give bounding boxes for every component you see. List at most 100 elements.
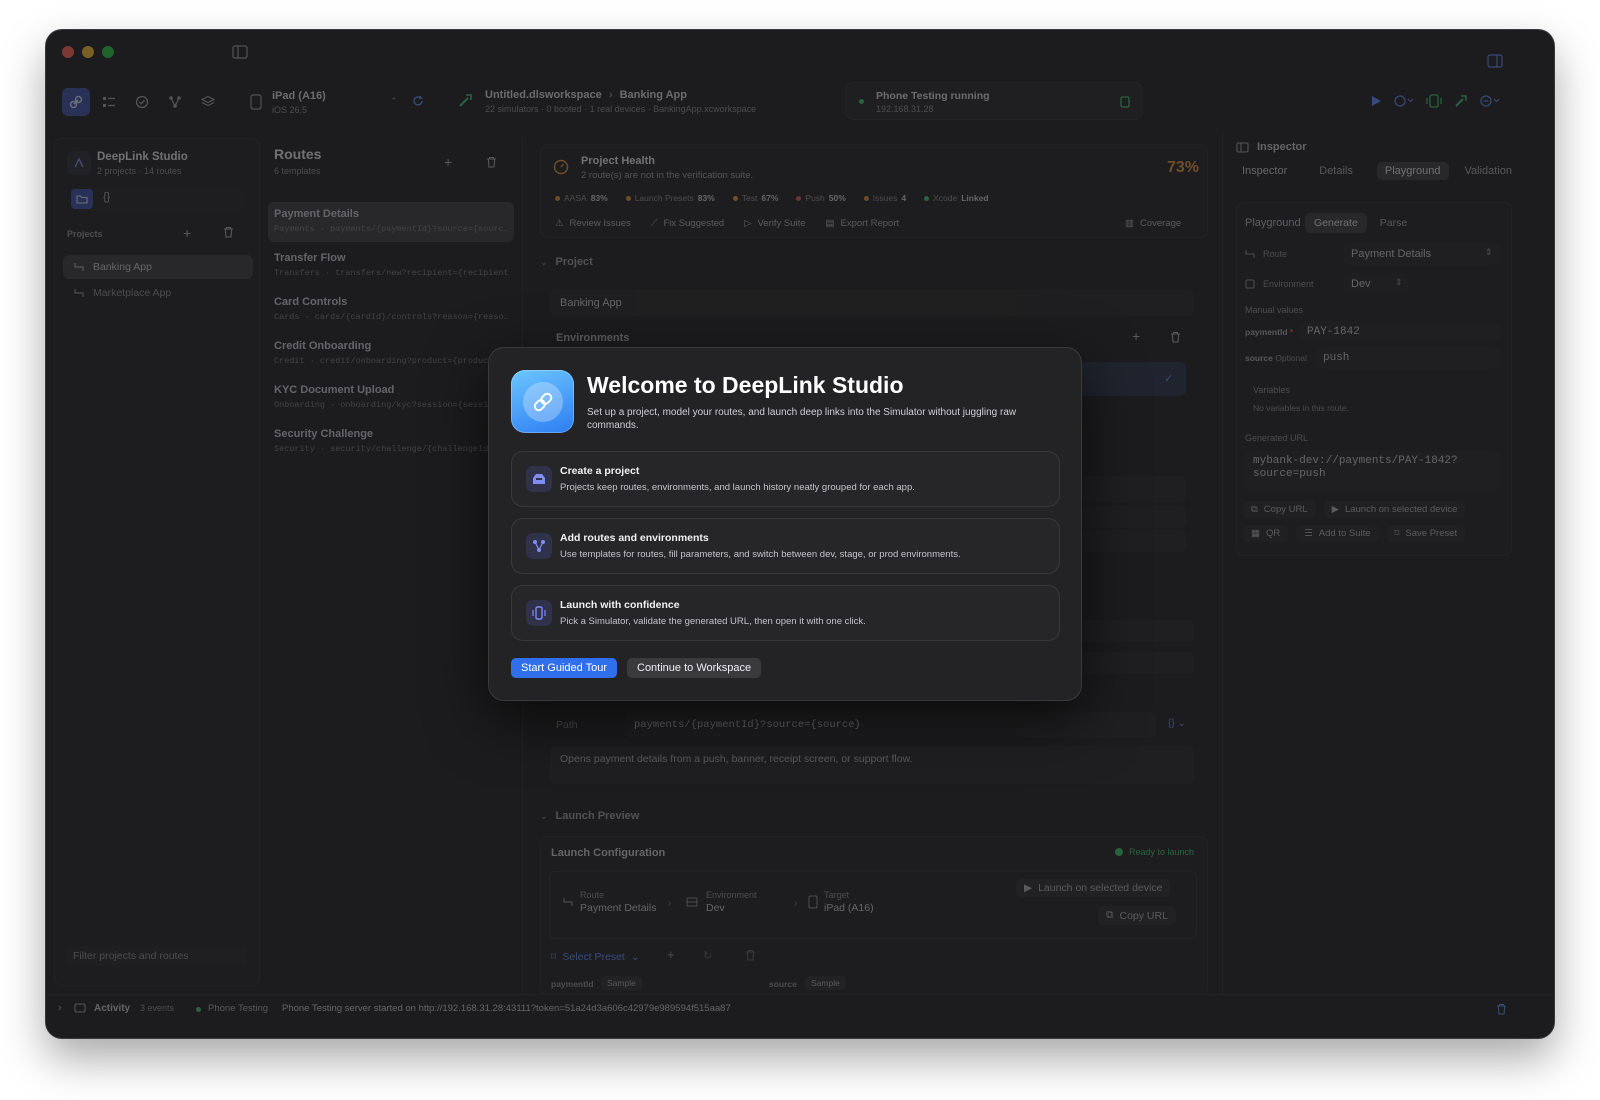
environment-field[interactable] (1080, 506, 1186, 528)
add-preset-icon[interactable]: + (667, 947, 675, 962)
sample-badge[interactable]: Sample (601, 976, 642, 990)
route-item[interactable]: KYC Document Upload Onboarding · onboardi… (268, 378, 514, 418)
health-chip[interactable]: Test 67% (732, 193, 778, 203)
add-route-icon[interactable]: + (444, 154, 452, 170)
generated-url[interactable]: mybank-dev://payments/PAY-1842? source=p… (1245, 451, 1499, 491)
braces-view-button[interactable]: {} (103, 191, 110, 203)
tab-details[interactable]: Details (1311, 162, 1361, 180)
route-field[interactable] (1080, 652, 1194, 674)
copy-url-button[interactable]: ⧉ Copy URL (1243, 501, 1316, 518)
tab-parse[interactable]: Parse (1371, 213, 1416, 233)
description-field[interactable]: Opens payment details from a push, banne… (550, 746, 1194, 784)
payment-id-input[interactable]: PAY-1842 (1301, 321, 1499, 343)
device-sync-icon[interactable] (1426, 94, 1442, 108)
add-environment-icon[interactable]: + (1132, 328, 1140, 344)
save-preset-button[interactable]: ⌑ Save Preset (1386, 525, 1466, 542)
source-input[interactable]: push (1317, 347, 1499, 369)
card-description: Projects keep routes, environments, and … (560, 482, 915, 493)
sample-badge[interactable]: Sample (805, 976, 846, 990)
target-label: Target (824, 890, 850, 900)
tab-inspector[interactable]: Inspector (1234, 162, 1295, 180)
link-mode-icon[interactable] (62, 88, 90, 116)
project-name[interactable]: Banking App (620, 89, 687, 101)
tab-generate[interactable]: Generate (1305, 213, 1367, 233)
phone-testing-status[interactable]: Phone Testing running 192.168.31.28 (845, 82, 1143, 120)
delete-environment-icon[interactable] (1170, 331, 1181, 343)
environment-field[interactable] (1080, 530, 1186, 552)
help-menu-icon[interactable] (1394, 95, 1414, 107)
tab-validation[interactable]: Validation (1457, 162, 1521, 180)
delete-route-icon[interactable] (486, 156, 497, 168)
device-selector[interactable]: iPad (A16) iOS 26.5 ⌃ (242, 86, 434, 118)
route-select[interactable]: Payment Details ⇕ (1343, 243, 1499, 265)
minimize-window-button[interactable] (82, 46, 94, 58)
reload-icon[interactable]: ↻ (703, 949, 712, 962)
qr-button[interactable]: ▦ QR (1243, 525, 1289, 542)
create-project-card[interactable]: Create a project Projects keep routes, e… (511, 451, 1060, 507)
project-name-field[interactable]: Banking App (550, 290, 1194, 316)
check-mode-icon[interactable] (128, 88, 156, 116)
verify-suite-button[interactable]: ▷ Verify Suite (736, 215, 813, 232)
play-icon[interactable] (1370, 95, 1382, 107)
route-title: KYC Document Upload (274, 384, 395, 396)
chevron-right-icon: › (668, 898, 672, 909)
route-field[interactable] (1080, 620, 1194, 642)
env-select[interactable]: Dev ⇕ (1343, 273, 1409, 295)
close-window-button[interactable] (62, 46, 74, 58)
start-guided-tour-button[interactable]: Start Guided Tour (511, 658, 618, 678)
add-routes-card[interactable]: Add routes and environments Use template… (511, 518, 1060, 574)
divider (1222, 130, 1223, 994)
add-to-suite-button[interactable]: ☰ Add to Suite (1296, 525, 1379, 542)
zoom-window-button[interactable] (102, 46, 114, 58)
chevron-right-icon[interactable]: › (58, 1002, 62, 1014)
copy-url-button[interactable]: ⧉ Copy URL (1098, 906, 1176, 925)
sidebar-toggle-icon[interactable] (232, 45, 248, 59)
inspector-toggle-icon[interactable] (1487, 54, 1503, 68)
project-item-marketplace[interactable]: Marketplace App (63, 281, 253, 305)
environment-field[interactable] (1080, 476, 1186, 502)
select-preset-menu[interactable]: ⌑ Select Preset ⌄ (551, 951, 640, 963)
add-project-icon[interactable]: + (183, 225, 191, 241)
launch-device-button[interactable]: ▶ Launch on selected device (1016, 879, 1171, 897)
fix-suggested-button[interactable]: ⟋ Fix Suggested (643, 215, 732, 232)
health-chip[interactable]: Launch Presets 83% (625, 193, 715, 203)
ready-badge: Ready to launch (1115, 847, 1194, 857)
path-field[interactable]: payments/{paymentId}?source={source} (626, 712, 1156, 738)
refresh-icon[interactable] (412, 95, 424, 107)
project-section-header[interactable]: ⌄ Project (540, 256, 593, 268)
export-report-button[interactable]: ▤ Export Report (818, 215, 908, 232)
launch-section-header[interactable]: ⌄ Launch Preview (540, 810, 639, 822)
status-dot (859, 99, 864, 104)
health-chip[interactable]: AASA 83% (555, 193, 608, 203)
tab-playground[interactable]: Playground (1376, 162, 1449, 180)
graph-mode-icon[interactable] (161, 88, 189, 116)
delete-project-icon[interactable] (223, 226, 234, 238)
build-icon[interactable] (1454, 94, 1468, 108)
health-chip[interactable]: Issues 4 (863, 193, 906, 203)
activity-label[interactable]: Activity (94, 1003, 130, 1014)
workspace-name[interactable]: Untitled.dlsworkspace (485, 89, 602, 101)
launch-device-button[interactable]: ▶ Launch on selected device (1323, 501, 1466, 518)
variables-menu-icon[interactable]: {} ⌄ (1168, 718, 1186, 729)
continue-to-workspace-button[interactable]: Continue to Workspace (627, 658, 762, 678)
list-mode-icon[interactable] (95, 88, 123, 116)
route-item[interactable]: Credit Onboarding Credit · credit/onboard… (268, 334, 514, 374)
project-item-banking[interactable]: Banking App (63, 255, 253, 279)
dialog-subtitle: Set up a project, model your routes, and… (587, 407, 1017, 431)
more-menu-icon[interactable] (1480, 95, 1500, 107)
coverage-button[interactable]: ▥ Coverage (1117, 215, 1189, 232)
filter-input[interactable]: Filter projects and routes (67, 945, 247, 967)
route-item[interactable]: Card Controls Cards · cards/{cardId}/cont… (268, 290, 514, 330)
folder-icon[interactable] (71, 189, 93, 209)
layers-mode-icon[interactable] (194, 88, 222, 116)
delete-preset-icon[interactable] (745, 949, 756, 961)
route-item[interactable]: Payment Details Payments · payments/{paym… (268, 202, 514, 242)
sidebar: DeepLink Studio 2 projects · 14 routes {… (54, 138, 260, 986)
route-item[interactable]: Security Challenge Security · security/ch… (268, 422, 514, 462)
launch-confidence-card[interactable]: Launch with confidence Pick a Simulator,… (511, 585, 1060, 641)
health-chip[interactable]: Push 50% (796, 193, 846, 203)
health-chip[interactable]: Xcode Linked (924, 193, 989, 203)
route-item[interactable]: Transfer Flow Transfers · transfers/new?r… (268, 246, 514, 286)
review-issues-button[interactable]: ⚠ Review Issues (547, 215, 639, 232)
trash-icon[interactable] (1496, 1003, 1507, 1015)
